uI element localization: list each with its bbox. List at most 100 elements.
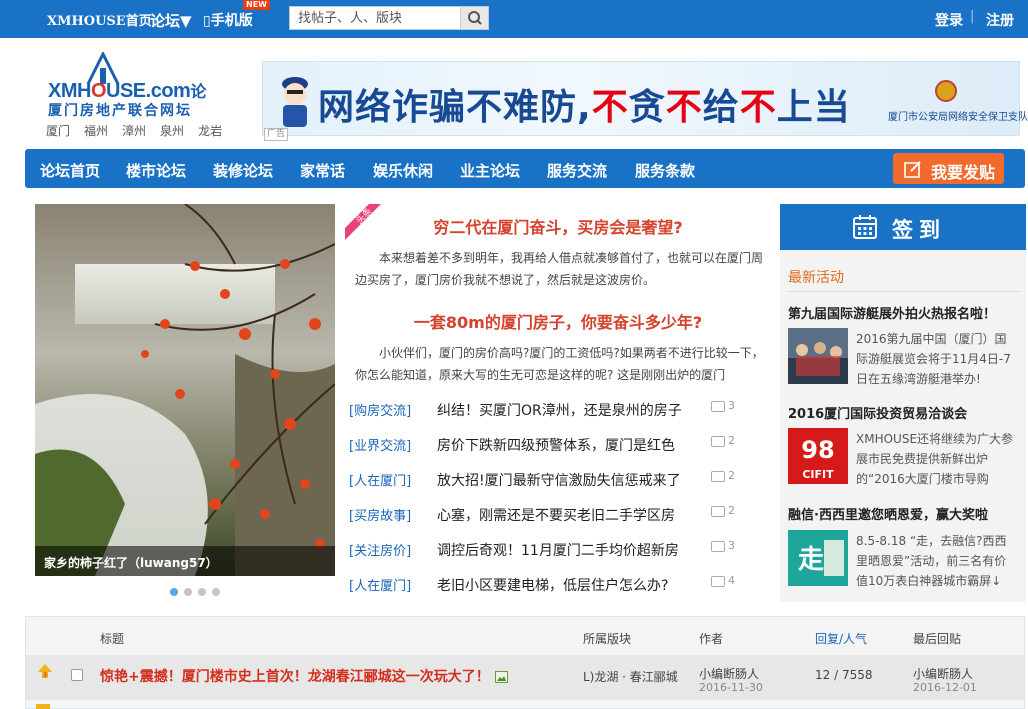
topic-category[interactable]: [业界交流] xyxy=(349,435,411,454)
thread-board[interactable]: L)龙湖 · 春江郦城 xyxy=(583,668,678,685)
login-link[interactable]: 登录 xyxy=(935,10,963,30)
topic-category[interactable]: [购房交流] xyxy=(349,400,411,419)
list-item[interactable]: [人在厦门] 放大招!厦门最新守信激励失信惩戒来了 2 xyxy=(349,467,769,502)
site-logo[interactable]: XMHOUSE.com论 厦门房地产联合网坛 厦门 福州 漳州 泉州 龙岩 xyxy=(46,52,256,142)
city-fuzhou[interactable]: 福州 xyxy=(84,122,108,139)
col-board: 所属版块 xyxy=(583,632,632,646)
photo-slideshow[interactable]: 家乡的柿子红了（luwang57） xyxy=(35,204,335,576)
slide-dot-1[interactable] xyxy=(170,588,178,596)
city-zhangzhou[interactable]: 漳州 xyxy=(122,122,146,139)
thread-title-link[interactable]: 惊艳+震撼！厦门楼市史上首次！龙湖春江郦城这一次玩大了！ xyxy=(100,666,508,686)
city-longyan[interactable]: 龙岩 xyxy=(198,122,222,139)
activity-panel: 最新活动 第九届国际游艇展外拍火热报名啦！ 2016第九届中国（厦门）国际游艇展… xyxy=(780,250,1026,602)
comment-icon xyxy=(711,470,725,482)
topic-title[interactable]: 老旧小区要建电梯，低层住户怎么办? xyxy=(437,575,668,595)
comment-count: 2 xyxy=(711,469,735,482)
comment-count: 3 xyxy=(711,539,735,552)
headline-title-2[interactable]: 一套80m的厦门房子，你要奋斗多少年? xyxy=(348,309,768,333)
search-input[interactable] xyxy=(290,7,460,29)
headline-title-1[interactable]: 穷二代在厦门奋斗，买房会是奢望? xyxy=(348,214,768,238)
slide-dot-3[interactable] xyxy=(198,588,206,596)
slide-dots xyxy=(170,588,220,596)
list-item[interactable]: [购房交流] 纠结！买厦门OR漳州，还是泉州的房子 3 xyxy=(349,397,769,432)
latest-activities-heading: 最新活动 xyxy=(788,270,844,286)
forum-dropdown[interactable]: 论坛▼ xyxy=(150,10,192,31)
topic-title[interactable]: 房价下跌新四级预警体系，厦门是红色 xyxy=(437,435,675,455)
col-title: 标题 xyxy=(100,632,125,646)
list-item[interactable]: [关注房价] 调控后奇观！11月厦门二手均价超新房 3 xyxy=(349,537,769,572)
headline-summary-1: 本来想着差不多到明年，我再给人借点就凑够首付了，也就可以在厦门周边买房了，厦门房… xyxy=(355,251,764,287)
slide-dot-2[interactable] xyxy=(184,588,192,596)
city-quanzhou[interactable]: 泉州 xyxy=(160,122,184,139)
activity-title-3[interactable]: 融信·西西里邀您晒恩爱，赢大奖啦 xyxy=(788,504,988,523)
nav-property-forum[interactable]: 楼市论坛 xyxy=(126,160,186,181)
signin-button[interactable]: 签到 xyxy=(780,204,1026,250)
search-icon xyxy=(468,11,482,25)
comment-count: 2 xyxy=(711,434,735,447)
topic-list: [购房交流] 纠结！买厦门OR漳州，还是泉州的房子 3 [业界交流] 房价下跌新四级预… xyxy=(349,397,769,607)
list-item[interactable]: [业界交流] 房价下跌新四级预警体系，厦门是红色 2 xyxy=(349,432,769,467)
topic-title[interactable]: 调控后奇观！11月厦门二手均价超新房 xyxy=(437,540,679,560)
comment-icon xyxy=(711,400,725,412)
search-button[interactable] xyxy=(460,7,488,29)
nav-forum-home[interactable]: 论坛首页 xyxy=(40,160,100,181)
topic-category[interactable]: [人在厦门] xyxy=(349,470,411,489)
new-post-button[interactable]: 我要发贴 xyxy=(893,153,1004,184)
thread-last-reply[interactable]: 小编断肠人 2016-12-01 xyxy=(913,668,977,695)
list-item[interactable]: [人在厦门] 老旧小区要建电梯，低层住户怎么办? 4 xyxy=(349,572,769,607)
activity-thumb-1[interactable] xyxy=(788,328,848,384)
divider: | xyxy=(970,9,975,24)
col-author: 作者 xyxy=(699,632,724,646)
ad-banner[interactable]: 网络诈骗不难防,不贪不给不上当 厦门市公安局网络安全保卫支队宣 xyxy=(262,61,1028,136)
banner-org: 厦门市公安局网络安全保卫支队宣 xyxy=(888,112,1028,123)
nav-decoration-forum[interactable]: 装修论坛 xyxy=(213,160,273,181)
svg-text:走: 走 xyxy=(798,545,824,575)
activity-thumb-3[interactable]: 走 xyxy=(788,530,848,586)
topic-category[interactable]: [人在厦门] xyxy=(349,575,411,594)
city-xiamen[interactable]: 厦门 xyxy=(46,122,70,139)
comment-count: 2 xyxy=(711,504,735,517)
activity-desc-2: XMHOUSE还将继续为广大参展市民免费提供新鲜出炉的“2016大厦门楼市导购 xyxy=(856,432,1014,486)
persimmon-photo xyxy=(35,204,335,576)
activity-thumb-2[interactable]: 98 CIFIT xyxy=(788,428,848,484)
new-badge: NEW xyxy=(243,0,270,10)
city-links: 厦门 福州 漳州 泉州 龙岩 xyxy=(46,122,256,139)
nav-family-talk[interactable]: 家常话 xyxy=(300,160,345,181)
topic-title[interactable]: 放大招!厦门最新守信激励失信惩戒来了 xyxy=(437,470,681,490)
col-replies-sort[interactable]: 回复/人气 xyxy=(815,630,867,647)
nav-service-exchange[interactable]: 服务交流 xyxy=(547,160,607,181)
mobile-label: 手机版 xyxy=(210,13,253,29)
slide-caption[interactable]: 家乡的柿子红了（luwang57） xyxy=(35,546,335,576)
headline-summary-2: 小伙伴们，厦门的房价高吗?厦门的工资低吗?如果两者不进行比较一下，你怎么能知道，… xyxy=(355,346,764,382)
topic-category[interactable]: [买房故事] xyxy=(349,505,411,524)
table-row[interactable]: 3 惊艳+震撼！厦门楼市史上首次！龙湖春江郦城这一次玩大了！ L)龙湖 · 春江… xyxy=(26,655,1024,700)
topic-title[interactable]: 心塞，刚需还是不要买老旧二手学区房 xyxy=(437,505,675,525)
activity-title-1[interactable]: 第九届国际游艇展外拍火热报名啦！ xyxy=(788,303,996,322)
activity-title-2[interactable]: 2016厦门国际投资贸易洽谈会 xyxy=(788,403,967,422)
police-emblem-icon xyxy=(935,80,957,102)
comment-count: 4 xyxy=(711,574,735,587)
activity-desc-3: 8.5-8.18 “走，去融信?西西里晒恩爱”活动，前三名有价值10万表白神器城… xyxy=(856,534,1007,588)
nav-terms[interactable]: 服务条款 xyxy=(635,160,695,181)
divider xyxy=(788,291,1020,292)
nav-owner-forum[interactable]: 业主论坛 xyxy=(460,160,520,181)
activity-desc-1: 2016第九届中国（厦门）国际游艇展览会将于11月4日-7日在五缘湾游艇港举办! xyxy=(856,332,1011,386)
topic-category[interactable]: [关注房价] xyxy=(349,540,411,559)
main-nav: 论坛首页 楼市论坛 装修论坛 家常话 娱乐休闲 业主论坛 服务交流 服务条款 xyxy=(25,149,1025,188)
signin-label: 签到 xyxy=(892,218,946,242)
list-item[interactable]: [买房故事] 心塞，刚需还是不要买老旧二手学区房 2 xyxy=(349,502,769,537)
comment-count: 3 xyxy=(711,399,735,412)
search-box xyxy=(289,6,489,30)
police-mascot-icon xyxy=(282,77,308,127)
slide-dot-4[interactable] xyxy=(212,588,220,596)
edit-icon xyxy=(904,161,921,178)
register-link[interactable]: 注册 xyxy=(986,10,1014,30)
thread-table: 标题 所属版块 作者 回复/人气 最后回贴 3 惊艳+震撼！厦门楼市史上首次！龙… xyxy=(25,616,1025,709)
svg-text:3: 3 xyxy=(43,672,47,679)
thread-author[interactable]: 小编断肠人 2016-11-30 xyxy=(699,668,763,695)
row-checkbox[interactable] xyxy=(71,669,83,681)
mobile-link[interactable]: ▯手机版 xyxy=(203,10,253,30)
topic-title[interactable]: 纠结！买厦门OR漳州，还是泉州的房子 xyxy=(437,400,682,420)
home-link[interactable]: XMHOUSE首页 xyxy=(47,10,152,29)
nav-entertainment[interactable]: 娱乐休闲 xyxy=(373,160,433,181)
